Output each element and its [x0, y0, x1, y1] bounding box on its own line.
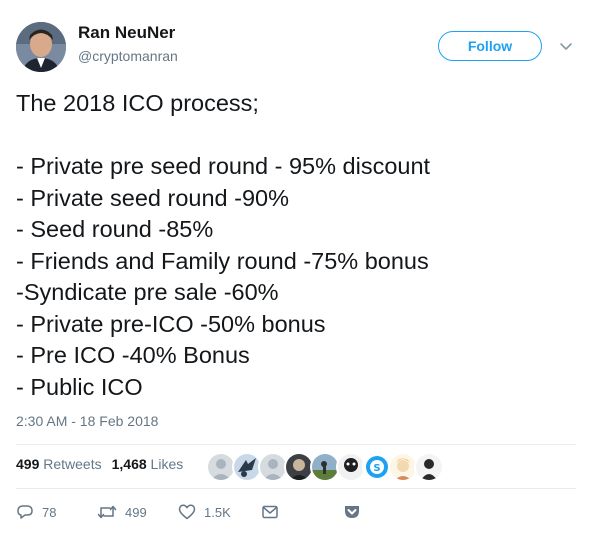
retweets-count: 499 — [16, 456, 40, 472]
tweet-line: - Private seed round -90% — [16, 184, 290, 211]
likes-label: Likes — [150, 456, 184, 472]
chevron-down-icon[interactable] — [558, 38, 574, 54]
author-handle[interactable]: @cryptomanran — [78, 48, 178, 64]
reply-icon — [16, 503, 34, 521]
retweet-count: 499 — [125, 504, 147, 520]
liker-avatars: S — [206, 452, 444, 482]
retweets-stat[interactable]: 499 Retweets — [16, 456, 102, 472]
likes-stat[interactable]: 1,468 Likes — [112, 456, 184, 472]
like-count: 1.5K — [204, 504, 231, 520]
follow-button[interactable]: Follow — [438, 31, 542, 61]
tweet-line: - Private pre seed round - 95% discount — [16, 153, 431, 179]
heart-icon — [178, 503, 196, 521]
like-button[interactable]: 1.5K — [178, 503, 261, 521]
pocket-button[interactable] — [343, 503, 361, 521]
author-avatar[interactable] — [16, 22, 66, 72]
direct-message-button[interactable] — [261, 503, 343, 521]
tweet-line: - Private pre-ICO -50% bonus — [16, 310, 326, 337]
reply-button[interactable]: 78 — [16, 503, 97, 521]
reply-count: 78 — [42, 504, 57, 520]
tweet-line: - Public ICO — [16, 373, 143, 400]
likes-count: 1,468 — [111, 456, 147, 472]
retweet-button[interactable]: 499 — [97, 503, 178, 521]
avatar[interactable] — [414, 452, 444, 482]
divider — [16, 444, 576, 445]
author-name[interactable]: Ran NeuNer — [78, 23, 175, 43]
pocket-icon — [343, 503, 361, 521]
divider — [16, 488, 576, 489]
tweet-stats: 499 Retweets 1,468 Likes — [16, 456, 183, 472]
svg-text:S: S — [373, 463, 380, 474]
retweets-label: Retweets — [43, 456, 102, 472]
tweet-line: - Pre ICO -40% Bonus — [16, 342, 250, 368]
tweet-line: -Syndicate pre sale -60% — [16, 279, 279, 305]
tweet-line: - Seed round -85% — [16, 216, 214, 242]
mail-icon — [261, 503, 279, 521]
tweet-text: The 2018 ICO process; - Private pre seed… — [16, 88, 586, 403]
tweet-line: The 2018 ICO process; — [16, 90, 259, 116]
tweet-line: - Friends and Family round -75% bonus — [16, 247, 429, 274]
retweet-icon — [97, 503, 117, 521]
tweet-card: Ran NeuNer @cryptomanran Follow The 2018… — [0, 0, 600, 536]
tweet-actions: 78 499 1.5K — [16, 503, 361, 521]
tweet-timestamp[interactable]: 2:30 AM - 18 Feb 2018 — [16, 413, 158, 429]
